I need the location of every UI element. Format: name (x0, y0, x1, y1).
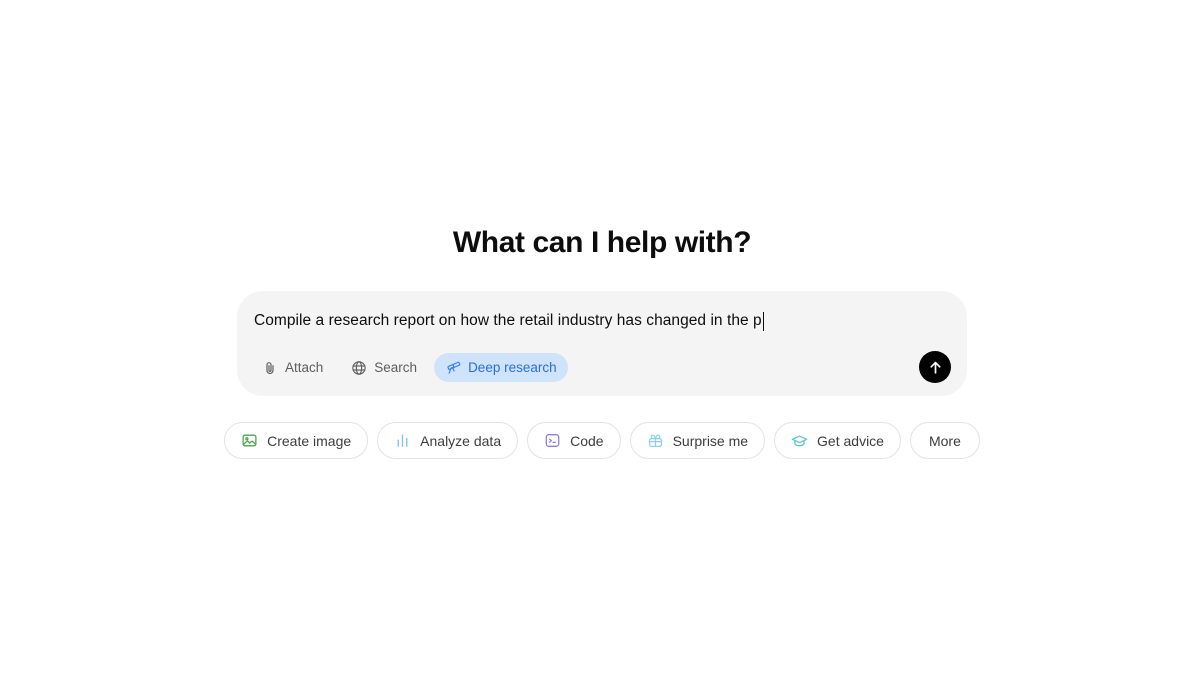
deep-research-button[interactable]: Deep research (434, 353, 568, 382)
chip-code-label: Code (570, 432, 604, 449)
chip-get-advice-label: Get advice (817, 432, 884, 449)
composer-input-row[interactable]: Compile a research report on how the ret… (251, 309, 949, 333)
suggestion-chips: Create image Analyze data Code Surprise … (224, 422, 980, 459)
attach-button-label: Attach (285, 359, 324, 375)
message-composer[interactable]: Compile a research report on how the ret… (237, 291, 967, 396)
chip-more-label: More (928, 432, 961, 449)
search-button-label: Search (374, 359, 418, 375)
chip-create-image-label: Create image (267, 432, 352, 449)
gift-icon (647, 432, 664, 449)
terminal-icon (544, 432, 561, 449)
paperclip-icon (262, 360, 278, 376)
chip-get-advice[interactable]: Get advice (774, 422, 901, 459)
send-button[interactable] (919, 351, 951, 383)
globe-icon (351, 360, 367, 376)
chip-code[interactable]: Code (527, 422, 621, 459)
bar-chart-icon (394, 432, 411, 449)
chip-surprise-me-label: Surprise me (672, 432, 749, 449)
arrow-up-icon (927, 359, 944, 376)
chip-more[interactable]: More (909, 422, 980, 459)
chip-analyze-data[interactable]: Analyze data (377, 422, 519, 459)
page-title: What can I help with? (452, 226, 752, 259)
composer-input-text[interactable]: Compile a research report on how the ret… (254, 310, 762, 332)
deep-research-button-label: Deep research (468, 359, 557, 375)
image-icon (241, 432, 258, 449)
chip-create-image[interactable]: Create image (224, 422, 369, 459)
chat-landing-page: What can I help with? Compile a research… (0, 0, 1200, 675)
center-stage: What can I help with? Compile a research… (224, 225, 980, 459)
composer-toolbar: Attach Search Deep research (251, 353, 949, 382)
telescope-icon (445, 360, 461, 376)
chip-analyze-data-label: Analyze data (420, 432, 502, 449)
attach-button[interactable]: Attach (251, 353, 334, 382)
search-button[interactable]: Search (340, 353, 428, 382)
graduation-cap-icon (791, 432, 808, 449)
chip-surprise-me[interactable]: Surprise me (629, 422, 766, 459)
text-caret (762, 311, 765, 331)
